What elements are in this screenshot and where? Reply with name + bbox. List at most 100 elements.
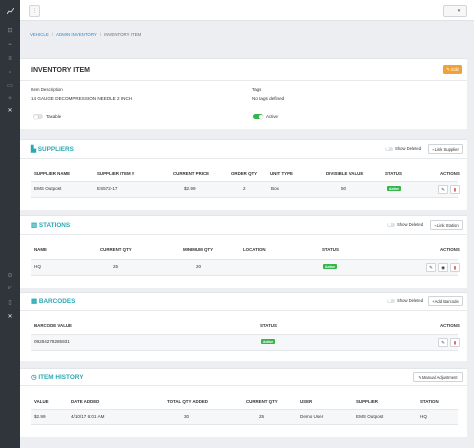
history-station: HQ — [420, 414, 427, 419]
settings-icon[interactable]: ✕ — [4, 312, 16, 321]
item-description-label: Item Description — [31, 87, 63, 92]
suppliers-title: ▙ SUPPLIERS — [31, 146, 74, 153]
col-value: VALUE — [34, 399, 49, 404]
trash-icon: ▮ — [453, 339, 457, 345]
plug-icon[interactable]: ✧ — [4, 94, 16, 103]
col-order-qty: ORDER QTY — [231, 171, 258, 176]
col-minimum-qty: MINIMUM QTY — [183, 247, 213, 252]
truck-icon: ▙ — [31, 146, 38, 153]
suppliers-card: ▙ SUPPLIERS Show Deleted ⌁ Link Supplier… — [20, 139, 467, 210]
stations-title: ▥ STATIONS — [31, 222, 71, 229]
eye-icon: ◉ — [441, 264, 445, 270]
col-supplier-name: SUPPLIER NAME — [34, 171, 71, 176]
box-icon[interactable]: ▫ — [4, 68, 16, 77]
history-value: $2.99 — [34, 414, 46, 419]
edit-supplier-button[interactable]: ✎ — [438, 185, 448, 194]
edit-barcode-button[interactable]: ✎ — [438, 338, 448, 347]
list-icon[interactable]: ≡ — [4, 54, 16, 63]
page-title: INVENTORY ITEM — [31, 67, 90, 74]
col-status: STATUS — [385, 171, 402, 176]
col-supplier-item: SUPPLIER ITEM # — [97, 171, 135, 176]
cart-icon[interactable]: ⊡ — [4, 26, 16, 35]
pencil-icon: ✎ — [441, 339, 445, 345]
col-total-qty-added: TOTAL QTY ADDED — [167, 399, 208, 404]
status-badge: Active — [261, 339, 276, 344]
col-actions: ACTIONS — [440, 323, 460, 328]
col-user: USER — [300, 399, 313, 404]
taxable-toggle[interactable] — [33, 114, 43, 119]
col-barcode-value: BARCODE VALUE — [34, 323, 72, 328]
pencil-icon: ✎ — [429, 264, 433, 270]
suppliers-show-deleted[interactable]: Show Deleted — [385, 146, 421, 151]
barcodes-title: ▦ BARCODES — [31, 298, 76, 305]
col-unit-type: UNIT TYPE — [270, 171, 293, 176]
menu-button[interactable]: ⋮ — [29, 5, 40, 17]
col-divisible-value: DIVISIBLE VALUE — [326, 171, 364, 176]
item-history-card: ◷ ITEM HISTORY ✎ Manual Adjustment VALUE… — [20, 368, 467, 437]
active-toggle[interactable] — [253, 114, 263, 119]
history-total-qty: 30 — [184, 414, 190, 419]
tags-label: Tags — [252, 87, 262, 92]
clock-icon[interactable]: ⊙ — [4, 271, 16, 280]
delete-station-button[interactable]: ▮ — [450, 263, 460, 272]
show-deleted-toggle[interactable] — [387, 222, 395, 227]
item-history-title: ◷ ITEM HISTORY — [31, 374, 84, 381]
pencil-icon: ✎ — [441, 186, 445, 192]
table-row — [31, 259, 458, 276]
truck-icon[interactable]: ▭ — [4, 81, 16, 90]
link-station-button[interactable]: ⌁ Link Station — [430, 220, 463, 230]
active-label: Active — [266, 114, 278, 119]
layers-icon[interactable]: ⩗ — [4, 284, 16, 293]
tags-value: No tags defined — [252, 96, 285, 101]
edit-station-button[interactable]: ✎ — [426, 263, 436, 272]
tag-icon[interactable]: ⌁ — [4, 40, 16, 49]
stations-show-deleted[interactable]: Show Deleted — [387, 222, 423, 227]
status-badge: Active — [387, 186, 402, 191]
barcodes-show-deleted[interactable]: Show Deleted — [387, 298, 423, 303]
history-current-qty: 25 — [259, 414, 265, 419]
view-station-button[interactable]: ◉ — [438, 263, 448, 272]
history-user: Demo User — [300, 414, 324, 419]
user-menu-button[interactable]: ▾ — [443, 5, 467, 17]
doc-icon[interactable]: ▯ — [4, 298, 16, 307]
link-supplier-button[interactable]: ⌁ Link Supplier — [428, 144, 463, 154]
barcodes-card: ▦ BARCODES Show Deleted + Add Barcode BA… — [20, 292, 467, 361]
breadcrumb-current: INVENTORY ITEM — [104, 32, 142, 37]
show-deleted-toggle[interactable] — [385, 146, 393, 151]
col-status: STATUS — [260, 323, 277, 328]
divider — [20, 158, 467, 159]
stations-card: ▥ STATIONS Show Deleted ⌁ Link Station N… — [20, 215, 467, 288]
col-supplier: SUPPLIER — [356, 399, 378, 404]
col-location: LOCATION — [243, 247, 266, 252]
chart-icon[interactable] — [4, 6, 16, 15]
sidebar: ⊡ ⌁ ≡ ▫ ▭ ✧ ✕ ⊙ ⩗ ▯ ✕ — [0, 0, 20, 448]
barcode-icon: ▦ — [31, 298, 39, 305]
col-actions: ACTIONS — [440, 247, 460, 252]
history-date: 4/10/17 6:01 AM — [71, 414, 105, 419]
status-badge: Active — [323, 264, 338, 269]
divider — [20, 80, 467, 81]
divider — [20, 234, 467, 235]
edit-button[interactable]: ✎ Edit — [443, 65, 462, 74]
topbar: ⋮ ▾ — [20, 0, 474, 21]
supplier-price: $2.99 — [184, 186, 196, 191]
wrench-icon[interactable]: ✕ — [4, 106, 16, 115]
show-deleted-toggle[interactable] — [387, 298, 395, 303]
col-date-added: DATE ADDED — [71, 399, 100, 404]
col-current-qty: CURRENT QTY — [100, 247, 132, 252]
manual-adjustment-button[interactable]: ✎ Manual Adjustment — [413, 372, 463, 382]
delete-barcode-button[interactable]: ▮ — [450, 338, 460, 347]
col-current-price: CURRENT PRICE — [173, 171, 210, 176]
station-minimum-qty: 20 — [196, 264, 202, 269]
divider — [20, 310, 467, 311]
station-name: HQ — [34, 264, 41, 269]
supplier-qty: 2 — [243, 186, 246, 191]
breadcrumb-vehicle[interactable]: VEHICLE — [30, 32, 49, 37]
col-status: STATUS — [322, 247, 339, 252]
station-current-qty: 25 — [113, 264, 119, 269]
divider — [20, 385, 467, 386]
breadcrumb-admin-inventory[interactable]: ADMIN INVENTORY — [56, 32, 97, 37]
table-row — [31, 334, 458, 351]
delete-supplier-button[interactable]: ▮ — [450, 185, 460, 194]
add-barcode-button[interactable]: + Add Barcode — [428, 296, 463, 306]
